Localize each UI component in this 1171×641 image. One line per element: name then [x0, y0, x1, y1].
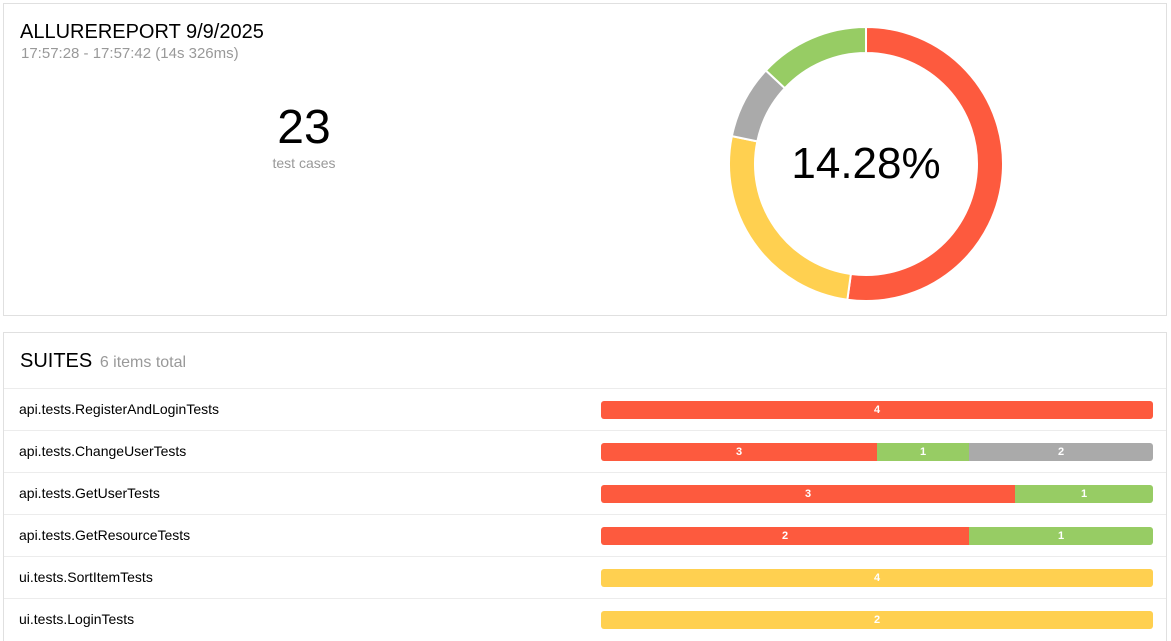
suite-name: ui.tests.LoginTests	[19, 611, 135, 627]
donut-slice-passed[interactable]	[764, 25, 867, 90]
suite-name: ui.tests.SortItemTests	[19, 569, 153, 585]
suite-row[interactable]: api.tests.GetResourceTests 2 1	[4, 514, 1166, 556]
suite-row[interactable]: api.tests.GetUserTests 3 1	[4, 472, 1166, 514]
suite-name: api.tests.ChangeUserTests	[19, 443, 187, 459]
status-segment-failed: 2	[601, 527, 969, 545]
suite-row[interactable]: api.tests.RegisterAndLoginTests 4	[4, 388, 1166, 430]
suite-name: api.tests.RegisterAndLoginTests	[19, 401, 219, 417]
suite-status-bar: 4	[601, 569, 1153, 587]
status-segment-passed: 1	[877, 443, 969, 461]
status-segment-passed: 1	[969, 527, 1153, 545]
status-segment-failed: 3	[601, 485, 1015, 503]
status-segment-broken: 4	[601, 569, 1153, 587]
suite-status-bar: 21	[601, 527, 1153, 545]
suite-name: api.tests.GetResourceTests	[19, 527, 191, 543]
suite-status-bar: 4	[601, 401, 1153, 419]
status-segment-broken: 2	[601, 611, 1153, 629]
status-segment-passed: 1	[1015, 485, 1153, 503]
test-case-count-label: test cases	[272, 155, 336, 171]
suite-name: api.tests.GetUserTests	[19, 485, 160, 501]
suites-header: SUITES 6 items total	[20, 350, 186, 373]
suite-row[interactable]: ui.tests.LoginTests 2	[4, 598, 1166, 640]
suites-total-count: 6 items total	[99, 354, 187, 371]
test-case-count: 23	[277, 101, 331, 154]
donut-slice-failed[interactable]	[846, 25, 1004, 302]
donut-slice-broken[interactable]	[728, 134, 853, 301]
suite-row[interactable]: ui.tests.SortItemTests 4	[4, 556, 1166, 598]
suites-widget: SUITES 6 items total api.tests.RegisterA…	[3, 332, 1167, 641]
report-time-range: 17:57:28 - 17:57:42 (14s 326ms)	[21, 45, 239, 62]
status-segment-skipped: 2	[969, 443, 1153, 461]
suite-status-bar: 312	[601, 443, 1153, 461]
report-title: ALLUREREPORT 9/9/2025	[20, 21, 264, 43]
status-donut-chart[interactable]	[726, 24, 1006, 304]
status-segment-failed: 4	[601, 401, 1153, 419]
status-segment-failed: 3	[601, 443, 877, 461]
suite-status-bar: 31	[601, 485, 1153, 503]
suite-status-bar: 2	[601, 611, 1153, 629]
suite-row[interactable]: api.tests.ChangeUserTests 3 1 2	[4, 430, 1166, 472]
suites-title: SUITES	[20, 350, 93, 372]
